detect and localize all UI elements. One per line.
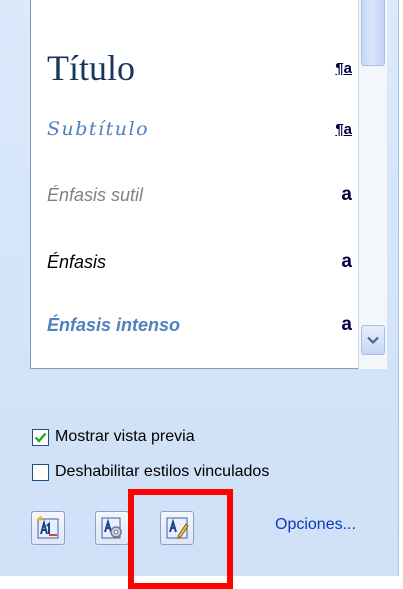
checkmark-icon (34, 432, 47, 443)
style-name: Énfasis (47, 251, 107, 272)
highlight-box (128, 489, 233, 589)
disable-linked-styles-label: Deshabilitar estilos vinculados (55, 463, 270, 480)
scroll-thumb[interactable] (361, 0, 385, 66)
disable-linked-styles-checkbox[interactable] (32, 463, 49, 481)
style-item-subtitulo[interactable]: Subtítulo ¶a (47, 109, 352, 149)
style-name: Título (47, 48, 135, 88)
style-item-enfasis-sutil[interactable]: Énfasis sutil a (47, 175, 352, 215)
scroll-down-button[interactable] (361, 325, 385, 355)
chevron-down-icon (367, 336, 379, 344)
show-preview-label: Mostrar vista previa (55, 428, 195, 445)
character-style-icon: a (341, 184, 352, 205)
style-inspector-icon (101, 517, 122, 539)
style-name: Énfasis intenso (47, 314, 181, 335)
styles-list[interactable]: Título ¶a Subtítulo ¶a Énfasis sutil a É… (30, 0, 358, 369)
new-style-icon (36, 516, 59, 539)
styles-list-scrollbar[interactable] (358, 0, 387, 369)
style-name: Subtítulo (47, 118, 150, 140)
character-style-icon: a (341, 251, 352, 272)
paragraph-style-icon: ¶a (335, 59, 352, 77)
options-link[interactable]: Opciones... (275, 516, 356, 534)
paragraph-style-icon: ¶a (335, 120, 352, 138)
style-inspector-button[interactable] (95, 511, 129, 545)
style-item-titulo[interactable]: Título ¶a (47, 48, 352, 88)
style-item-enfasis-intenso[interactable]: Énfasis intenso a (47, 305, 352, 345)
style-item-enfasis[interactable]: Énfasis a (47, 242, 352, 282)
show-preview-option[interactable]: Mostrar vista previa (32, 426, 195, 448)
show-preview-checkbox[interactable] (32, 428, 49, 446)
style-name: Énfasis sutil (47, 184, 144, 205)
character-style-icon: a (341, 314, 352, 335)
new-style-button[interactable] (31, 511, 65, 545)
disable-linked-styles-option[interactable]: Deshabilitar estilos vinculados (32, 461, 269, 483)
